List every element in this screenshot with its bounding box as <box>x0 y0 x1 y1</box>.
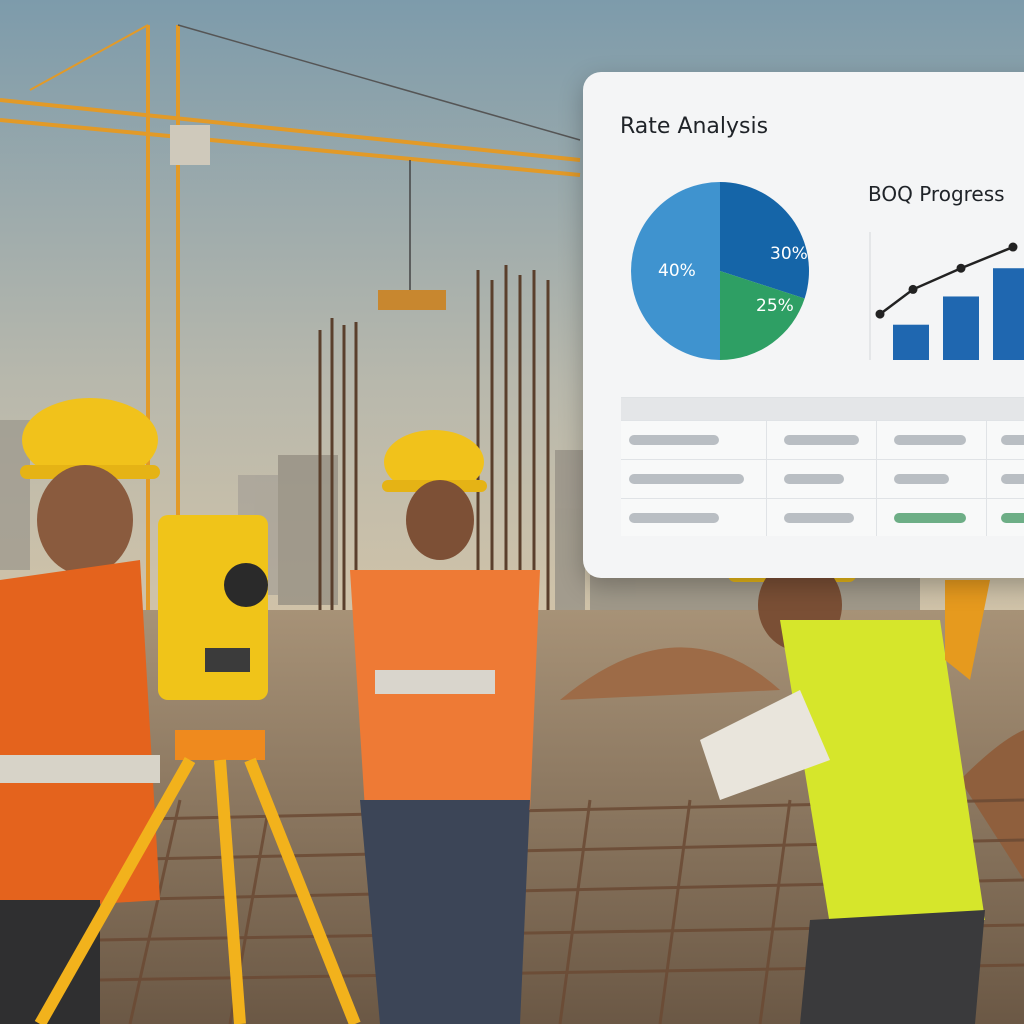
progress-bar <box>993 268 1024 360</box>
trend-point <box>908 284 918 294</box>
trend-point <box>875 309 885 319</box>
table-cell-placeholder <box>784 513 854 523</box>
table-cell-placeholder <box>1001 474 1024 484</box>
table-row <box>621 498 1024 537</box>
table-row <box>621 459 1024 498</box>
trend-point <box>956 263 966 273</box>
boq-progress-title: BOQ Progress <box>868 182 1005 206</box>
table-cell-placeholder <box>894 435 966 445</box>
table-cell-placeholder <box>784 474 844 484</box>
column-divider <box>876 420 877 536</box>
column-divider <box>766 420 767 536</box>
crane-cabin <box>170 125 210 165</box>
trend-point <box>1008 242 1018 252</box>
table-cell-placeholder <box>1001 435 1024 445</box>
progress-bar <box>893 324 929 360</box>
dashboard-card: Rate Analysis BOQ Progress 40% 30% 25% <box>583 72 1024 578</box>
table-row <box>621 420 1024 459</box>
pie-slice-label: 25% <box>756 296 794 316</box>
table-cell-placeholder <box>894 474 949 484</box>
status-indicator <box>1001 513 1024 523</box>
table-cell-placeholder <box>629 474 744 484</box>
rate-analysis-pie-chart: 40% 30% 25% <box>631 182 809 360</box>
boq-table <box>621 397 1024 536</box>
rate-analysis-title: Rate Analysis <box>620 114 769 139</box>
progress-bar <box>943 296 979 360</box>
hanging-load <box>378 290 446 310</box>
status-indicator <box>894 513 966 523</box>
pie-slice-label: 40% <box>658 261 696 281</box>
table-cell-placeholder <box>784 435 859 445</box>
pie-slice-label: 30% <box>770 244 808 264</box>
table-cell-placeholder <box>629 513 719 523</box>
table-cell-placeholder <box>629 435 719 445</box>
table-header <box>621 398 1024 420</box>
boq-progress-chart <box>869 232 1024 360</box>
column-divider <box>986 420 987 536</box>
